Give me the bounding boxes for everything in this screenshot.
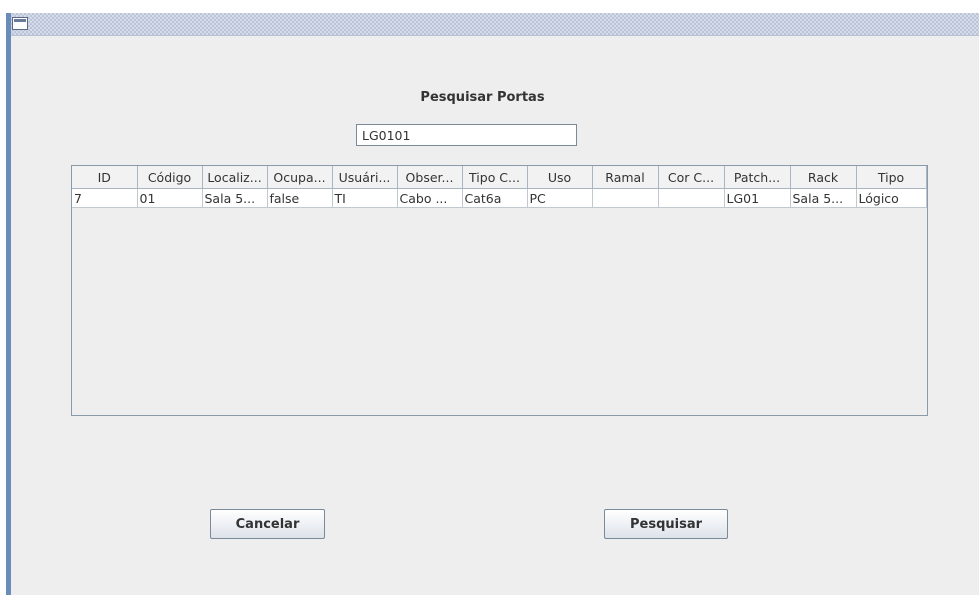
window-border (6, 13, 11, 595)
title-bar[interactable] (6, 13, 979, 36)
column-header-uso[interactable]: Uso (527, 166, 593, 189)
table-cell[interactable]: PC (527, 188, 593, 208)
table-cell[interactable]: 7 (72, 188, 138, 208)
table-cell[interactable] (658, 188, 725, 208)
column-header-ramal[interactable]: Ramal (592, 166, 659, 189)
column-header-rack[interactable]: Rack (790, 166, 857, 189)
table-cell[interactable]: Lógico (856, 188, 927, 208)
column-header-ocupada[interactable]: Ocupa... (267, 166, 333, 189)
results-table[interactable]: ID Código Localiz... Ocupa... Usuári... … (72, 166, 927, 208)
window-icon[interactable] (12, 17, 28, 30)
table-cell[interactable]: TI (332, 188, 398, 208)
search-input[interactable] (356, 124, 577, 146)
search-button[interactable]: Pesquisar (604, 509, 728, 539)
table-cell[interactable]: Sala 5... (790, 188, 857, 208)
column-header-codigo[interactable]: Código (137, 166, 203, 189)
table-cell[interactable] (592, 188, 659, 208)
column-header-cor-cabo[interactable]: Cor C... (658, 166, 725, 189)
table-header-row: ID Código Localiz... Ocupa... Usuári... … (72, 166, 927, 189)
column-header-id[interactable]: ID (72, 166, 138, 189)
table-cell[interactable]: LG01 (724, 188, 791, 208)
column-header-localizacao[interactable]: Localiz... (202, 166, 268, 189)
column-header-observacao[interactable]: Obser... (397, 166, 463, 189)
table-cell[interactable]: Cat6a (462, 188, 528, 208)
column-header-tipo[interactable]: Tipo (856, 166, 927, 189)
column-header-usuario[interactable]: Usuári... (332, 166, 398, 189)
column-header-patch[interactable]: Patch... (724, 166, 791, 189)
table-cell[interactable]: Sala 5... (202, 188, 268, 208)
results-table-pane[interactable]: ID Código Localiz... Ocupa... Usuári... … (71, 165, 928, 416)
table-cell[interactable]: Cabo ... (397, 188, 463, 208)
cancel-button[interactable]: Cancelar (210, 509, 325, 539)
table-cell[interactable]: false (267, 188, 333, 208)
dialog-title: Pesquisar Portas (420, 90, 545, 105)
table-cell[interactable]: 01 (137, 188, 203, 208)
table-row[interactable]: 7 01 Sala 5... false TI Cabo ... Cat6a P… (72, 188, 927, 208)
column-header-tipo-cabo[interactable]: Tipo C... (462, 166, 528, 189)
